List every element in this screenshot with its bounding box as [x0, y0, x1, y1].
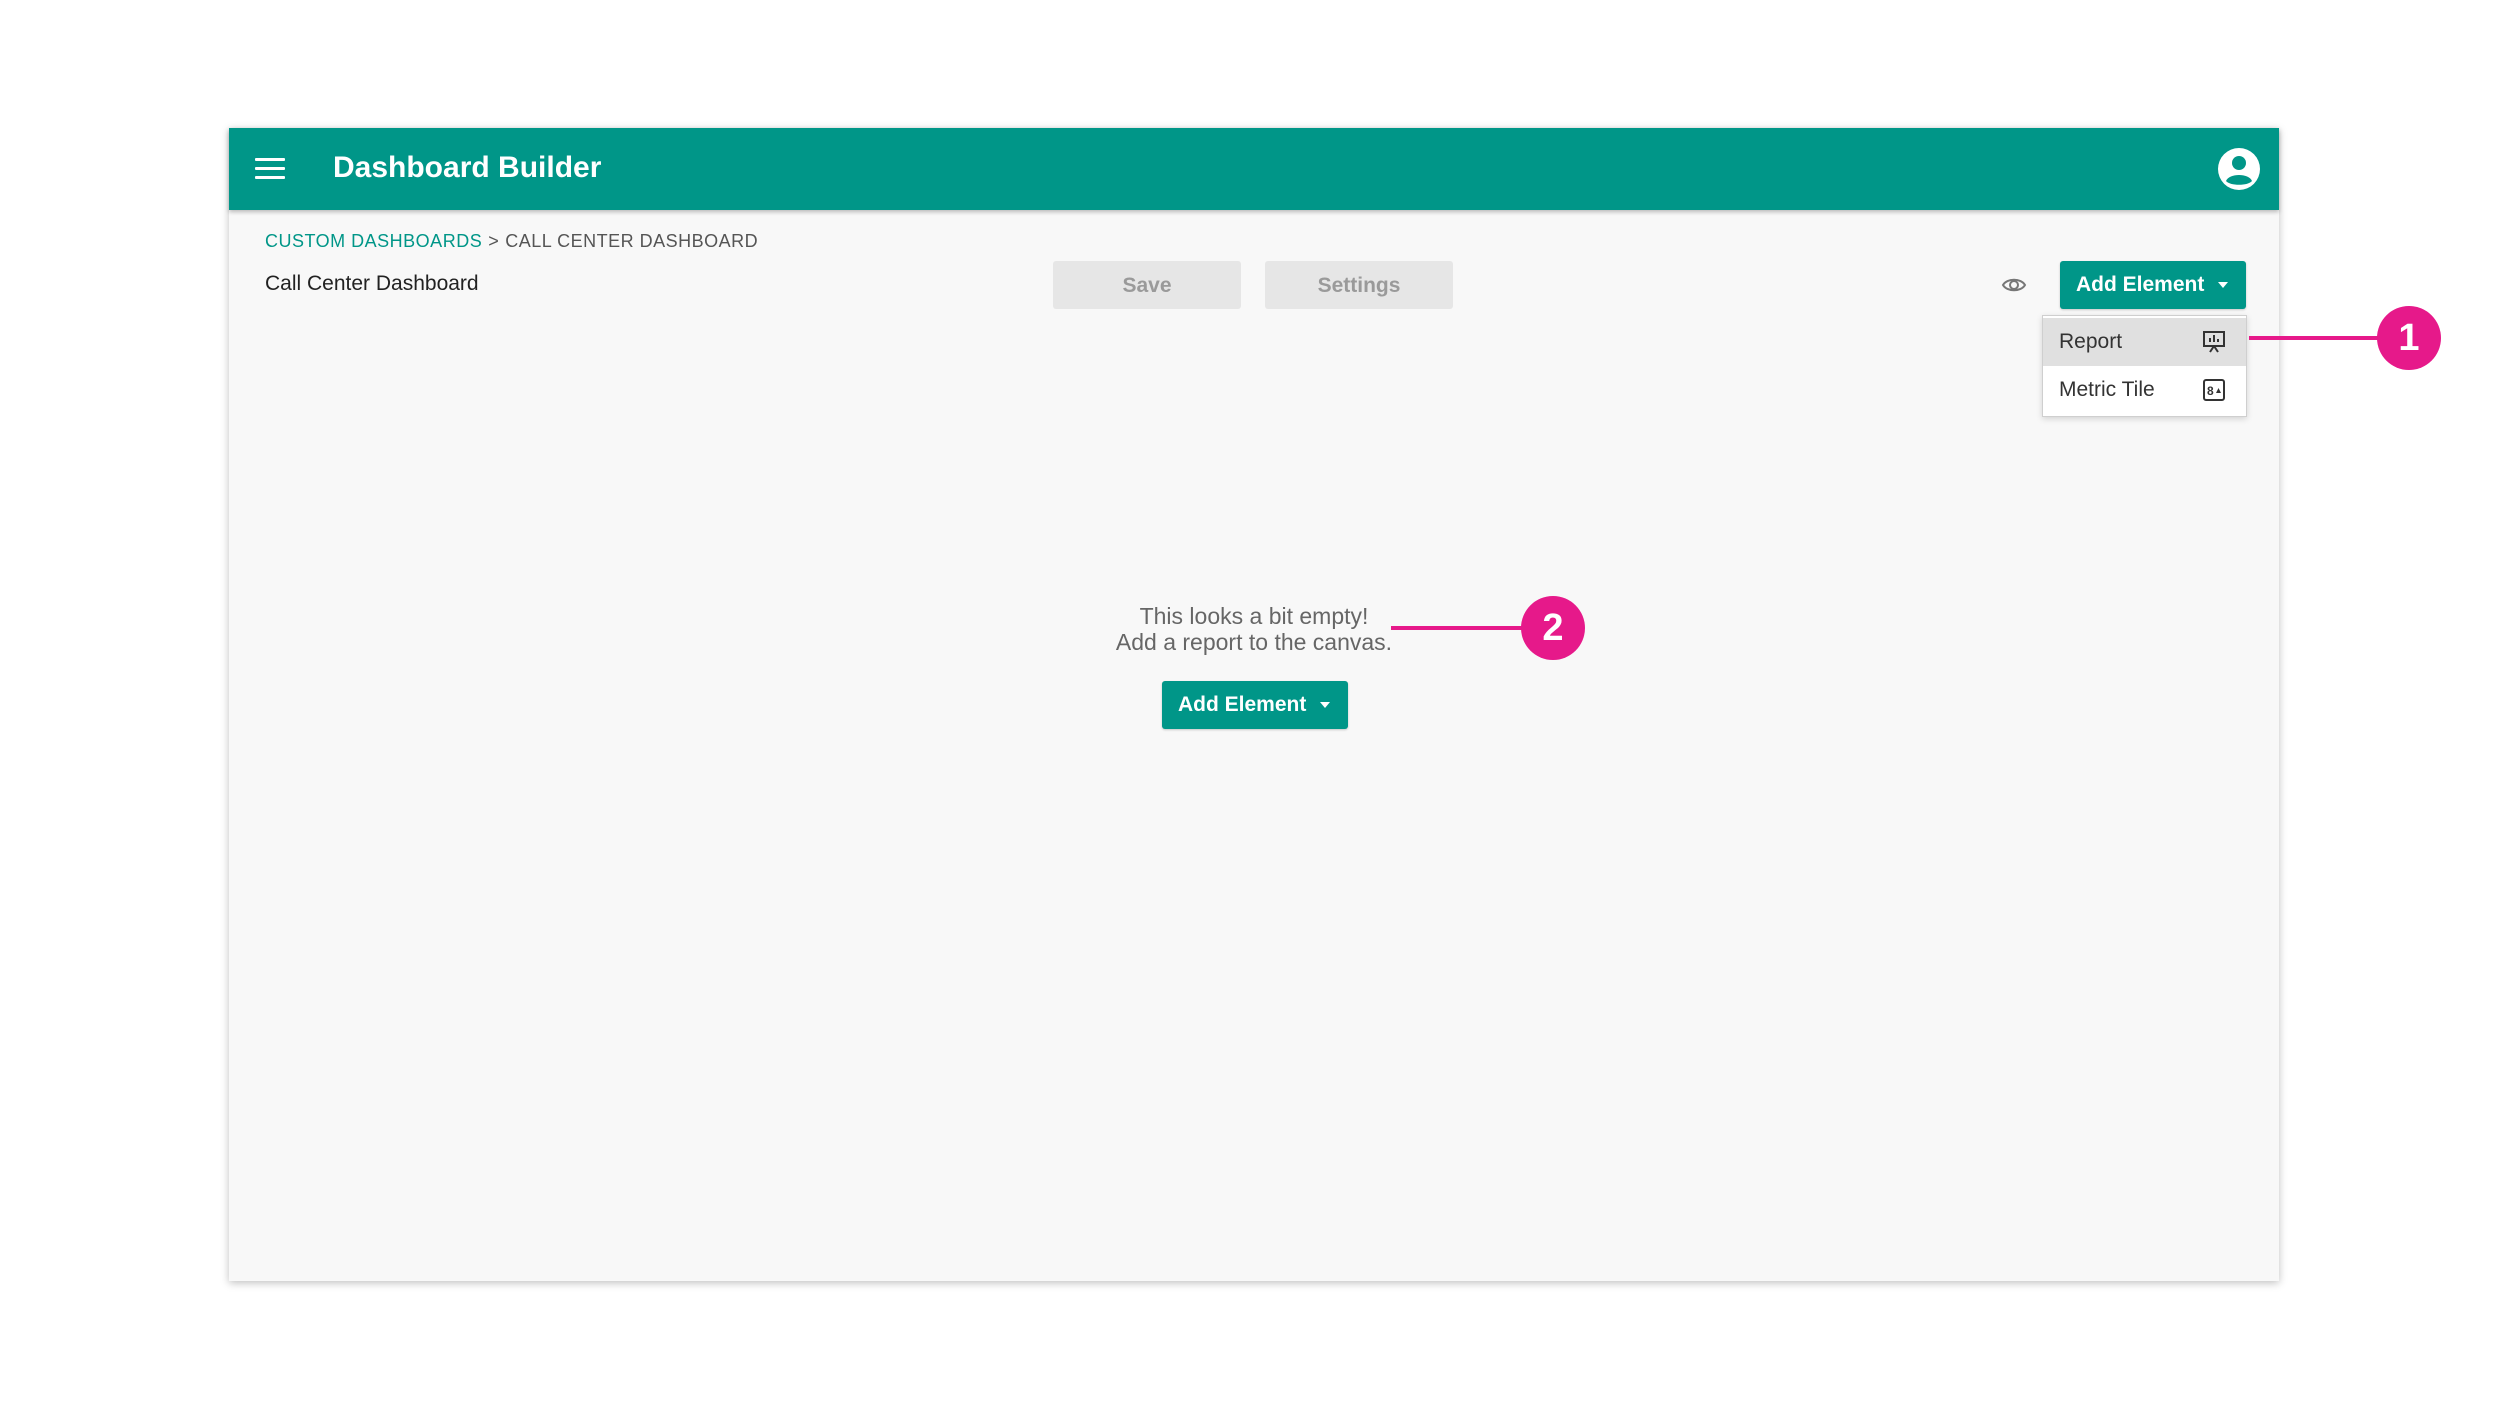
breadcrumb-current: CALL CENTER DASHBOARD	[505, 231, 759, 251]
breadcrumb: CUSTOM DASHBOARDS > CALL CENTER DASHBOARD	[265, 229, 758, 253]
app-title: Dashboard Builder	[333, 151, 602, 184]
add-element-dropdown-menu: Report Metric Tile 8	[2042, 315, 2247, 417]
dropdown-item-report[interactable]: Report	[2043, 318, 2246, 366]
dropdown-item-label: Metric Tile	[2059, 378, 2155, 401]
add-element-label: Add Element	[1178, 693, 1307, 716]
page-title: Call Center Dashboard	[265, 272, 479, 295]
caret-down-icon	[1320, 702, 1330, 708]
settings-button[interactable]: Settings	[1265, 261, 1453, 309]
svg-text:8: 8	[2207, 384, 2214, 398]
add-element-button[interactable]: Add Element	[2060, 261, 2246, 309]
app-window: Dashboard Builder CUSTOM DASHBOARDS > CALL…	[229, 128, 2279, 1281]
app-bar: Dashboard Builder	[229, 128, 2279, 210]
add-element-label: Add Element	[2076, 273, 2205, 296]
hamburger-menu-icon[interactable]	[255, 158, 285, 182]
annotation-badge-1: 1	[2377, 306, 2441, 370]
dropdown-item-metric-tile[interactable]: Metric Tile 8	[2043, 366, 2246, 414]
empty-state-line-2: Add a report to the canvas.	[1115, 629, 1393, 655]
account-icon[interactable]	[2217, 147, 2261, 191]
metric-tile-icon: 8	[2203, 379, 2225, 401]
presentation-chart-icon	[2203, 331, 2225, 353]
annotation-2-line	[1391, 626, 1541, 630]
dropdown-item-label: Report	[2059, 330, 2123, 353]
breadcrumb-link-custom-dashboards[interactable]: CUSTOM DASHBOARDS	[265, 231, 482, 251]
save-button[interactable]: Save	[1053, 261, 1241, 309]
eye-icon[interactable]	[2001, 272, 2027, 298]
caret-down-icon	[2218, 282, 2228, 288]
annotation-badge-2: 2	[1521, 596, 1585, 660]
empty-state-add-element-button[interactable]: Add Element	[1162, 681, 1348, 729]
annotation-1-line	[2249, 336, 2389, 340]
breadcrumb-separator: >	[488, 231, 500, 251]
